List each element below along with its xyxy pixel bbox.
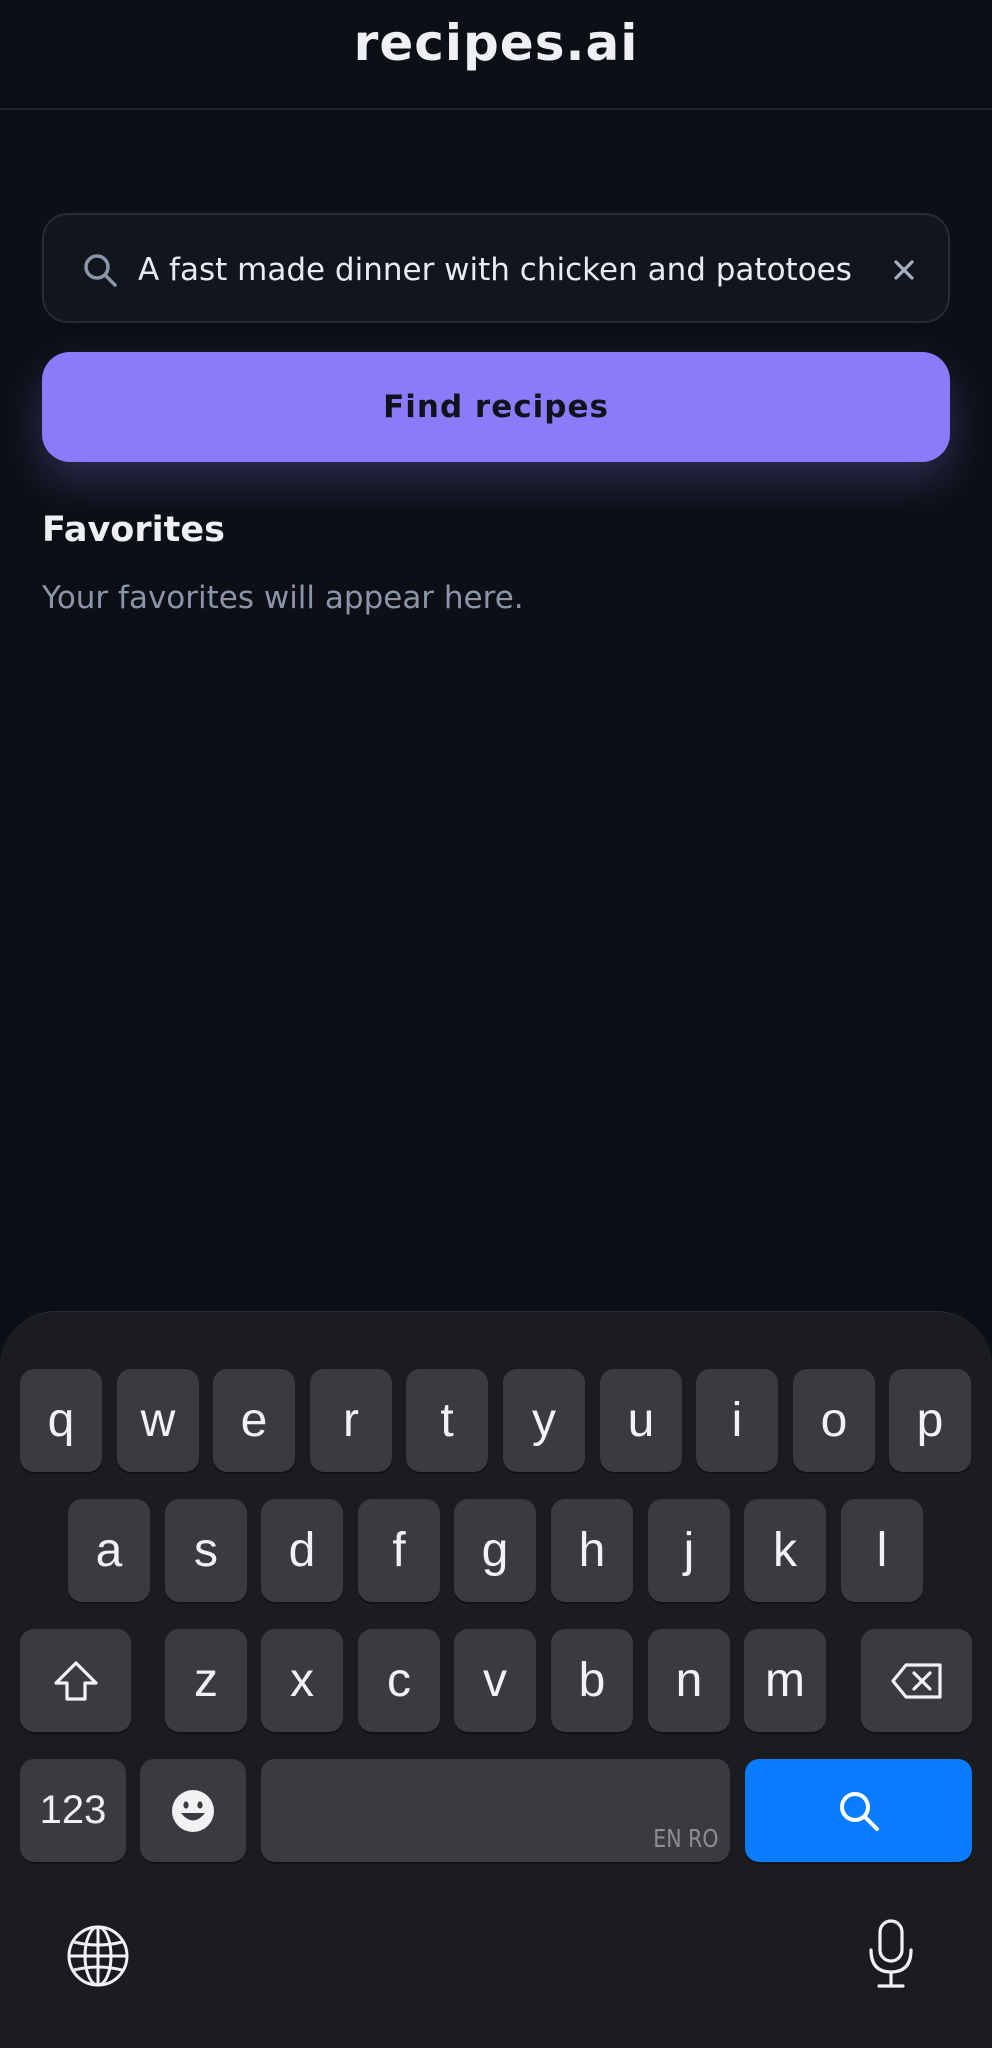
search-icon (84, 254, 117, 287)
key-f[interactable]: f (358, 1499, 440, 1602)
key-r[interactable]: r (310, 1369, 392, 1472)
search-field[interactable]: A fast made dinner with chicken and pato… (42, 213, 950, 323)
key-a[interactable]: a (68, 1499, 150, 1602)
key-o[interactable]: o (793, 1369, 875, 1472)
shift-key[interactable] (20, 1629, 131, 1732)
on-screen-keyboard: q w e r t y u i o p a s d f g h j k l z … (0, 1311, 992, 2048)
key-j[interactable]: j (648, 1499, 730, 1602)
keyboard-language-label: EN RO (652, 1824, 718, 1853)
key-y[interactable]: y (503, 1369, 585, 1472)
key-i[interactable]: i (696, 1369, 778, 1472)
key-v[interactable]: v (454, 1629, 536, 1732)
search-icon (839, 1791, 879, 1831)
numbers-key[interactable]: 123 (20, 1759, 126, 1862)
key-b[interactable]: b (551, 1629, 633, 1732)
key-u[interactable]: u (600, 1369, 682, 1472)
key-s[interactable]: s (165, 1499, 247, 1602)
key-w[interactable]: w (117, 1369, 199, 1472)
key-k[interactable]: k (744, 1499, 826, 1602)
search-input[interactable]: A fast made dinner with chicken and pato… (138, 245, 898, 295)
space-key[interactable]: EN RO (261, 1759, 730, 1862)
shift-icon (53, 1660, 98, 1701)
key-q[interactable]: q (20, 1369, 102, 1472)
key-p[interactable]: p (889, 1369, 971, 1472)
close-icon[interactable] (886, 252, 922, 288)
globe-icon[interactable] (66, 1924, 130, 1988)
favorites-empty-text: Your favorites will appear here. (42, 580, 524, 616)
search-key[interactable] (745, 1759, 972, 1862)
find-recipes-button[interactable]: Find recipes (42, 352, 950, 462)
key-c[interactable]: c (358, 1629, 440, 1732)
app-title: recipes.ai (353, 14, 639, 72)
emoji-key[interactable] (140, 1759, 246, 1862)
key-e[interactable]: e (213, 1369, 295, 1472)
key-z[interactable]: z (165, 1629, 247, 1732)
key-n[interactable]: n (648, 1629, 730, 1732)
key-x[interactable]: x (261, 1629, 343, 1732)
emoji-icon (172, 1789, 214, 1832)
key-d[interactable]: d (261, 1499, 343, 1602)
favorites-heading: Favorites (42, 510, 225, 550)
backspace-icon (890, 1662, 942, 1699)
backspace-key[interactable] (861, 1629, 972, 1732)
key-l[interactable]: l (841, 1499, 923, 1602)
key-g[interactable]: g (454, 1499, 536, 1602)
microphone-icon[interactable] (866, 1918, 916, 1990)
header: recipes.ai (0, 0, 992, 110)
key-t[interactable]: t (406, 1369, 488, 1472)
key-h[interactable]: h (551, 1499, 633, 1602)
key-m[interactable]: m (744, 1629, 826, 1732)
